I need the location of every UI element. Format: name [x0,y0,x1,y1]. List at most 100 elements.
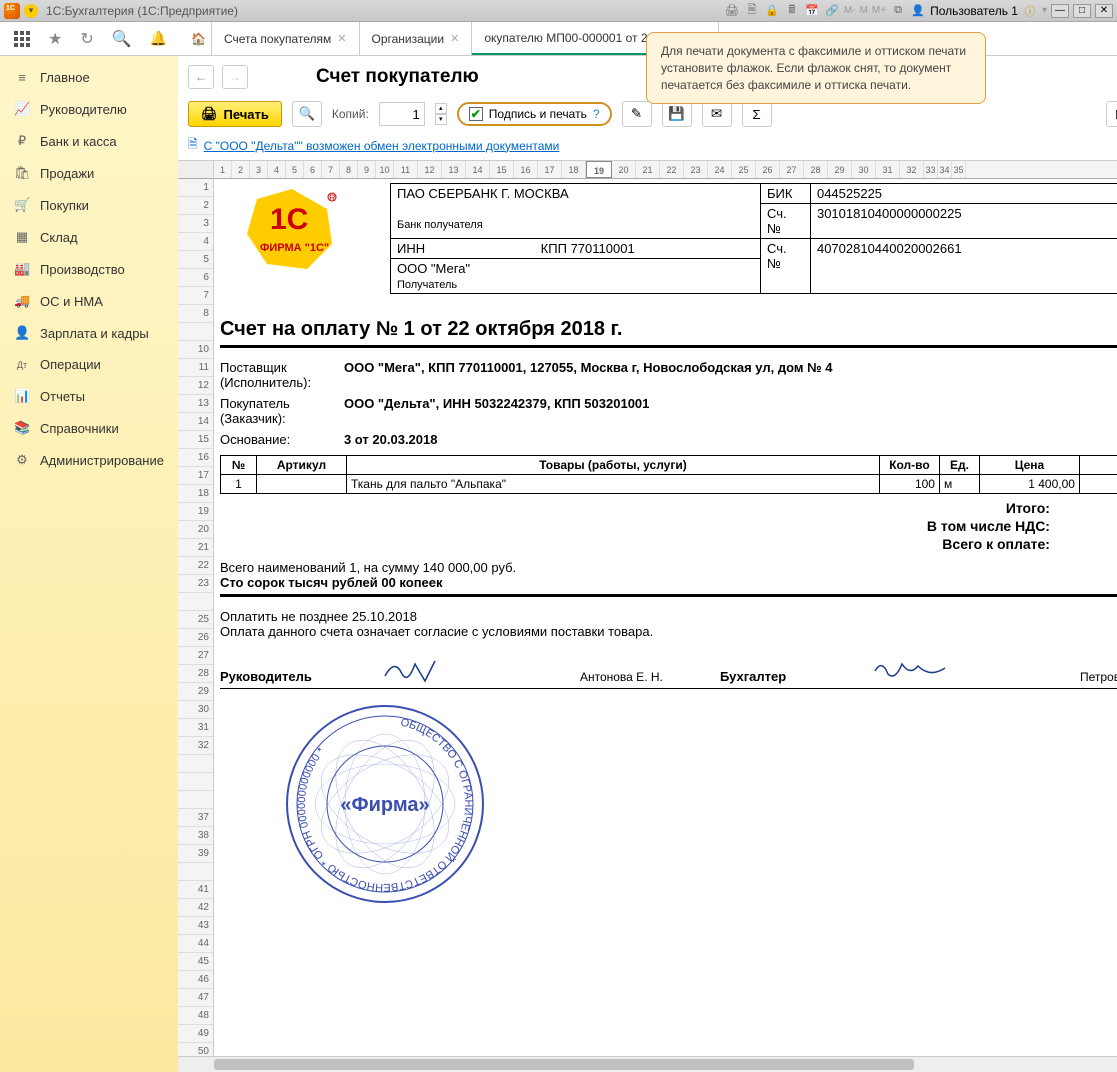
svg-text:R: R [329,193,336,203]
total-label: Всего к оплате: [942,536,1050,552]
sidebar-item-label: Производство [40,262,125,277]
edit-button[interactable]: ✎ [622,101,652,127]
basis-label: Основание: [220,432,344,447]
cell-price: 1 400,00 [979,475,1079,494]
m-plus[interactable]: M+ [872,5,886,16]
maximize-button[interactable]: □ [1073,4,1091,18]
search-icon[interactable]: 🔍 [112,29,132,49]
buyer-label: Покупатель (Заказчик): [220,396,344,426]
minimize-button[interactable]: — [1051,4,1069,18]
help-icon[interactable]: ? [593,107,600,121]
signature-checkbox[interactable]: ✔ [469,107,483,121]
preview-icon: 🔍 [299,106,316,122]
tab-label: Счета покупателям [224,32,331,46]
invoice-document: 1СФИРМА "1С"R ПАО СБЕРБАНК Г. МОСКВАБанк… [214,179,1117,949]
sidebar-item-label: Главное [40,70,90,85]
sidebar-item-catalogs[interactable]: 📚Справочники [0,412,178,444]
links-icon[interactable]: 🔗 [824,3,840,19]
svg-text:«Фирма»: «Фирма» [340,794,429,816]
m-current[interactable]: M [860,5,868,16]
sheet-body[interactable]: 1234567891011121314151617181920212223242… [214,161,1117,1072]
tab-invoices[interactable]: Счета покупателям ✕ [212,22,360,55]
save-disk-button[interactable]: 💾 [662,101,692,127]
copies-spinner[interactable]: ▴▾ [435,103,447,125]
sidebar-item-production[interactable]: 🏭Производство [0,253,178,285]
page-title: Счет покупателю [316,66,479,88]
app-icon [4,3,20,19]
print-button[interactable]: 🖨 Печать [188,101,282,127]
content-area: Для печати документа с факсимиле и оттис… [178,56,1117,1072]
sidebar-item-stock[interactable]: ▦Склад [0,221,178,253]
sidebar-item-label: Банк и касса [40,134,117,149]
edoc-link[interactable]: С "ООО "Дельта"" возможен обмен электрон… [204,139,560,153]
sidebar-item-sales[interactable]: 🛍Продажи [0,157,178,189]
sidebar-item-main[interactable]: ≡Главное [0,62,178,93]
col-sum: Сумма [1079,456,1117,475]
sidebar-item-assets[interactable]: 🚚ОС и НМА [0,285,178,317]
printer-icon: 🖨 [201,106,218,122]
home-tab[interactable]: 🏠 [186,22,212,55]
save-small-icon[interactable]: 🗎 [744,3,760,19]
app-menu-dropdown[interactable] [24,4,38,18]
m-minus[interactable]: M- [844,5,856,16]
trend-icon: 📈 [14,101,30,117]
sidebar-item-reports[interactable]: 📊Отчеты [0,380,178,412]
sigma-icon: Σ [752,107,760,122]
spreadsheet: 1234567810111213141516171819202122232526… [178,160,1117,1072]
calendar-icon[interactable]: 📅 [804,3,820,19]
lock-icon[interactable]: 🔒 [764,3,780,19]
horizontal-scrollbar[interactable] [178,1056,1117,1072]
bag-icon: 🛍 [14,165,30,181]
nds-value: 21 355,93 [1070,518,1117,534]
apps-grid-icon[interactable] [14,31,30,47]
scroll-thumb[interactable] [214,1059,914,1070]
nds-label: В том числе НДС: [927,518,1050,534]
email-button[interactable]: ✉ [702,101,732,127]
tab-close-icon[interactable]: ✕ [337,32,346,45]
back-button[interactable]: ← [188,65,214,89]
tab-organizations[interactable]: Организации ✕ [360,22,473,55]
more-button[interactable]: Еще ▾ [1106,101,1117,127]
boxes-icon: ▦ [14,229,30,245]
col-price: Цена [979,456,1079,475]
sidebar-item-manager[interactable]: 📈Руководителю [0,93,178,125]
col-art: Артикул [256,456,346,475]
close-button[interactable]: ✕ [1095,4,1113,18]
forward-button[interactable]: → [222,65,248,89]
calc-icon[interactable]: 🖩 [784,3,800,19]
accountant-label: Бухгалтер [720,669,850,684]
signature-row: Руководитель Антонова Е. Н. Бухгалтер Пе… [220,669,1117,689]
navigation-sidebar: ≡Главное 📈Руководителю ₽Банк и касса 🛍Пр… [0,56,178,1072]
sidebar-item-operations[interactable]: ДтОперации [0,349,178,380]
link-icon: 🗎 [188,135,198,156]
sidebar-item-purchases[interactable]: 🛒Покупки [0,189,178,221]
company-stamp: ОБЩЕСТВО С ОГРАНИЧЕННОЙ ОТВЕТСТВЕННОСТЬЮ… [280,699,490,909]
spinner-down-icon[interactable]: ▾ [435,114,447,125]
sidebar-item-bank[interactable]: ₽ Банк и касса [0,125,178,157]
sidebar-item-admin[interactable]: ⚙Администрирование [0,444,178,476]
info-dropdown[interactable]: ▾ [1042,5,1047,16]
sum-button[interactable]: Σ [742,101,772,127]
history-icon[interactable]: ↻ [80,29,93,49]
notifications-icon[interactable] [150,30,167,47]
chart-icon: 📊 [14,388,30,404]
info-icon[interactable]: ⓘ [1022,3,1038,19]
coin-icon: ₽ [14,133,30,149]
user-label[interactable]: Пользователь 1 [930,4,1018,18]
title-bar: 1С:Бухгалтерия (1С:Предприятие) 🖨 🗎 🔒 🖩 … [0,0,1117,22]
copies-label: Копий: [332,107,369,121]
sidebar-item-hr[interactable]: 👤Зарплата и кадры [0,317,178,349]
acct1-value: 30101810400000000225 [810,204,1117,239]
cell-unit: м [939,475,979,494]
spinner-up-icon[interactable]: ▴ [435,103,447,114]
print-small-icon[interactable]: 🖨 [724,3,740,19]
star-icon[interactable]: ★ [48,29,62,49]
svg-text:1С: 1С [270,203,308,236]
preview-button[interactable]: 🔍 [292,101,322,127]
tab-close-icon[interactable]: ✕ [450,32,459,45]
payee-name: ООО "Мега" [397,261,470,276]
tooltip-callout: Для печати документа с факсимиле и оттис… [646,32,986,104]
window-icon[interactable]: ⧉ [890,3,906,19]
signature-stamp-group: ✔ Подпись и печать ? [457,102,612,126]
copies-input[interactable] [379,102,425,126]
